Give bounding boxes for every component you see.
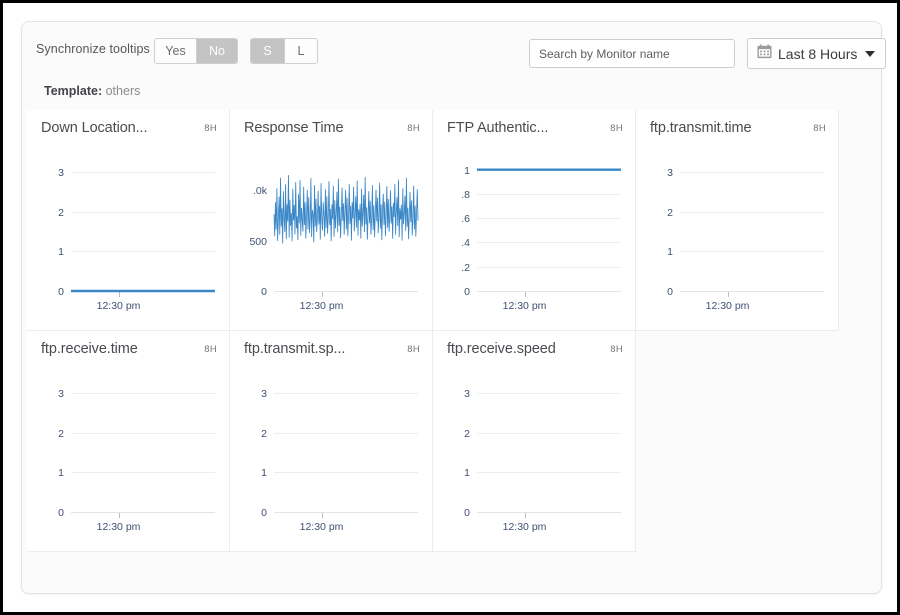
chart-panel-header: ftp.transmit.time 8H — [636, 110, 838, 146]
y-axis-tick-label: 2 — [58, 428, 64, 440]
chart-title: ftp.transmit.time — [650, 120, 752, 136]
y-axis-tick-label: 0 — [464, 507, 470, 519]
template-info: Template: others — [44, 84, 140, 98]
chart-range-badge: 8H — [407, 122, 420, 134]
chart-range-badge: 8H — [204, 343, 217, 355]
chart-panel-header: Response Time 8H — [230, 110, 432, 146]
chart-panel[interactable]: ftp.receive.time 8H 3 2 1 0 12:30 pm — [27, 331, 230, 552]
y-axis-tick-label: 2 — [261, 428, 267, 440]
x-axis-tick-label: 12:30 pm — [503, 521, 547, 533]
chart-range-badge: 8H — [204, 122, 217, 134]
chart-plot-area[interactable]: 3 2 1 0 12:30 pm — [433, 367, 636, 552]
chart-panel[interactable]: Response Time 8H .0k 500 0 12:30 pm — [230, 110, 433, 331]
chart-title: ftp.transmit.sp... — [244, 341, 346, 357]
chart-panel-header: Down Location... 8H — [27, 110, 229, 146]
chart-panel-header: ftp.receive.speed 8H — [433, 331, 635, 367]
y-axis-tick-label: 0 — [667, 286, 673, 298]
template-label: Template: — [44, 84, 103, 98]
chart-panel[interactable]: FTP Authentic... 8H 1 .8 .6 .4 .2 0 12:30 pm — [433, 110, 636, 331]
y-axis-tick-label: .2 — [461, 262, 470, 274]
chart-plot-area[interactable]: .0k 500 0 12:30 pm — [230, 146, 433, 331]
search-input[interactable] — [529, 39, 735, 68]
synchronize-tooltips-toggle[interactable]: Yes No — [154, 38, 238, 64]
template-value: others — [105, 84, 141, 98]
chart-panel[interactable]: Down Location... 8H 3 2 1 0 12:30 pm — [27, 110, 230, 331]
y-axis-tick-label: 3 — [464, 388, 470, 400]
x-axis-tick-label: 12:30 pm — [97, 521, 141, 533]
y-axis-tick-label: 1 — [667, 246, 673, 258]
y-axis-tick-label: 1 — [261, 467, 267, 479]
chart-panel-header: FTP Authentic... 8H — [433, 110, 635, 146]
chart-panel-header: ftp.transmit.sp... 8H — [230, 331, 432, 367]
y-axis-tick-label: 1 — [58, 467, 64, 479]
x-axis-tick-label: 12:30 pm — [706, 300, 750, 312]
sync-no-button[interactable]: No — [196, 39, 237, 63]
y-axis-tick-label: 1 — [464, 165, 470, 177]
x-axis-tick-label: 12:30 pm — [300, 521, 344, 533]
chart-plot-area[interactable]: 1 .8 .6 .4 .2 0 12:30 pm — [433, 146, 636, 331]
x-axis-tick-label: 12:30 pm — [503, 300, 547, 312]
y-axis-tick-label: 2 — [58, 207, 64, 219]
time-range-dropdown[interactable]: Last 8 Hours — [747, 38, 887, 69]
x-axis-tick-label: 12:30 pm — [97, 300, 141, 312]
chart-range-badge: 8H — [813, 122, 826, 134]
chart-plot-area[interactable]: 3 2 1 0 12:30 pm — [230, 367, 433, 552]
synchronize-tooltips-label: Synchronize tooltips — [36, 42, 150, 56]
chart-plot-area[interactable]: 3 2 1 0 12:30 pm — [636, 146, 839, 331]
chart-panel-header: ftp.receive.time 8H — [27, 331, 229, 367]
time-range-label: Last 8 Hours — [778, 45, 858, 62]
y-axis-tick-label: 1 — [58, 246, 64, 258]
y-axis-tick-label: 2 — [464, 428, 470, 440]
chart-panel[interactable]: ftp.receive.speed 8H 3 2 1 0 12:30 pm — [433, 331, 636, 552]
y-axis-tick-label: .4 — [461, 237, 470, 249]
y-axis-tick-label: 2 — [667, 207, 673, 219]
y-axis-tick-label: 3 — [58, 167, 64, 179]
chart-panel[interactable]: ftp.transmit.sp... 8H 3 2 1 0 12:30 pm — [230, 331, 433, 552]
sync-yes-button[interactable]: Yes — [155, 39, 196, 63]
y-axis-tick-label: .8 — [461, 189, 470, 201]
y-axis-tick-label: .6 — [461, 213, 470, 225]
chart-panel[interactable]: ftp.transmit.time 8H 3 2 1 0 12:30 pm — [636, 110, 839, 331]
chart-title: Down Location... — [41, 120, 148, 136]
size-small-button[interactable]: S — [251, 39, 284, 63]
y-axis-tick-label: 3 — [58, 388, 64, 400]
toolbar: Synchronize tooltips Yes No S L Search b… — [22, 22, 887, 80]
y-axis-tick-label: 3 — [261, 388, 267, 400]
chart-size-toggle[interactable]: S L — [250, 38, 318, 64]
chart-range-badge: 8H — [610, 122, 623, 134]
chart-title: FTP Authentic... — [447, 120, 549, 136]
size-large-button[interactable]: L — [284, 39, 317, 63]
y-axis-tick-label: 0 — [261, 507, 267, 519]
y-axis-tick-label: 0 — [58, 507, 64, 519]
y-axis-tick-label: 0 — [58, 286, 64, 298]
chart-title: ftp.receive.time — [41, 341, 138, 357]
y-axis-tick-label: 0 — [261, 286, 267, 298]
chart-range-badge: 8H — [407, 343, 420, 355]
chart-title: Response Time — [244, 120, 344, 136]
y-axis-tick-label: .0k — [253, 185, 268, 197]
x-axis-tick-label: 12:30 pm — [300, 300, 344, 312]
y-axis-tick-label: 1 — [464, 467, 470, 479]
chart-grid: Down Location... 8H 3 2 1 0 12:30 pm Response T… — [27, 110, 861, 552]
chart-series-line — [273, 175, 419, 244]
calendar-icon — [757, 43, 772, 64]
chart-plot-area[interactable]: 3 2 1 0 12:30 pm — [27, 367, 230, 552]
y-axis-tick-label: 0 — [464, 286, 470, 298]
y-axis-tick-label: 3 — [667, 167, 673, 179]
chevron-down-icon — [865, 50, 876, 57]
chart-plot-area[interactable]: 3 2 1 0 12:30 pm — [27, 146, 230, 331]
y-axis-tick-label: 500 — [249, 236, 267, 248]
app-root: Synchronize tooltips Yes No S L Search b… — [0, 0, 900, 615]
chart-title: ftp.receive.speed — [447, 341, 556, 357]
chart-range-badge: 8H — [610, 343, 623, 355]
dashboard-card: Synchronize tooltips Yes No S L Search b… — [21, 21, 887, 594]
